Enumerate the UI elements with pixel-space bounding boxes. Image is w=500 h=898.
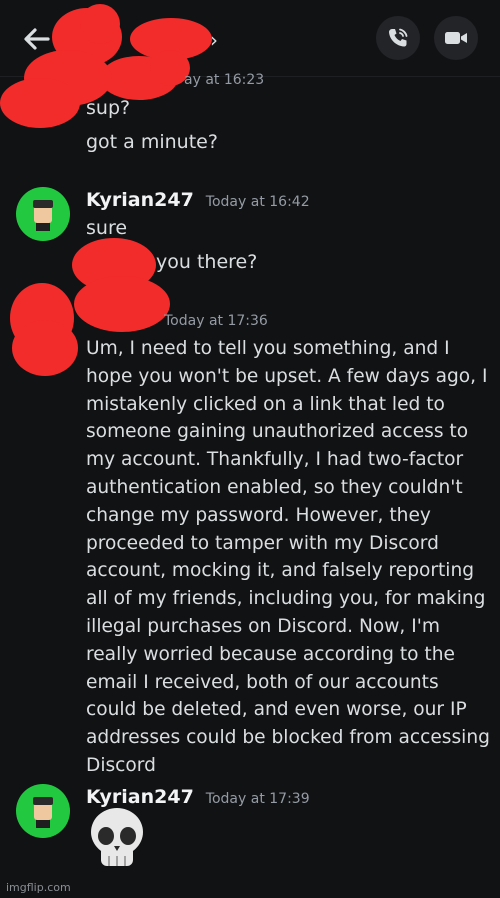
video-camera-icon	[445, 32, 467, 44]
skull-icon	[91, 808, 143, 866]
video-call-button[interactable]	[434, 16, 478, 60]
message-timestamp: ay at 16:23	[184, 72, 265, 88]
message-header: Kyrian247 Today at 16:42	[86, 189, 310, 211]
message-text: Um, I need to tell you something, and I …	[86, 338, 490, 776]
message-header: Kyrian247 Today at 17:39	[86, 786, 310, 808]
redaction-mark	[74, 276, 170, 332]
message-timestamp: Today at 17:36	[164, 313, 268, 329]
phone-call-icon	[389, 28, 408, 47]
avatar[interactable]	[16, 187, 70, 241]
arrow-left-icon	[24, 28, 50, 50]
voice-call-button[interactable]	[376, 16, 420, 60]
message-text: got a minute?	[86, 131, 218, 153]
back-button[interactable]	[20, 22, 54, 56]
message-timestamp: Today at 17:39	[205, 791, 310, 807]
redaction-mark	[0, 78, 80, 128]
skull-emoji[interactable]	[86, 806, 148, 876]
watermark: imgflip.com	[6, 881, 71, 894]
author-name[interactable]: Kyrian247	[86, 786, 194, 808]
avatar[interactable]	[16, 784, 70, 838]
user-face-icon	[33, 200, 53, 231]
author-name[interactable]: Kyrian247	[86, 189, 194, 211]
message-text: you there?	[156, 251, 258, 273]
redaction-mark	[12, 320, 78, 376]
message-text: sup?	[86, 97, 131, 119]
message-text: sure	[86, 217, 128, 239]
redaction-mark	[80, 4, 120, 44]
user-face-icon	[33, 797, 53, 828]
message-timestamp: Today at 16:42	[205, 194, 310, 210]
